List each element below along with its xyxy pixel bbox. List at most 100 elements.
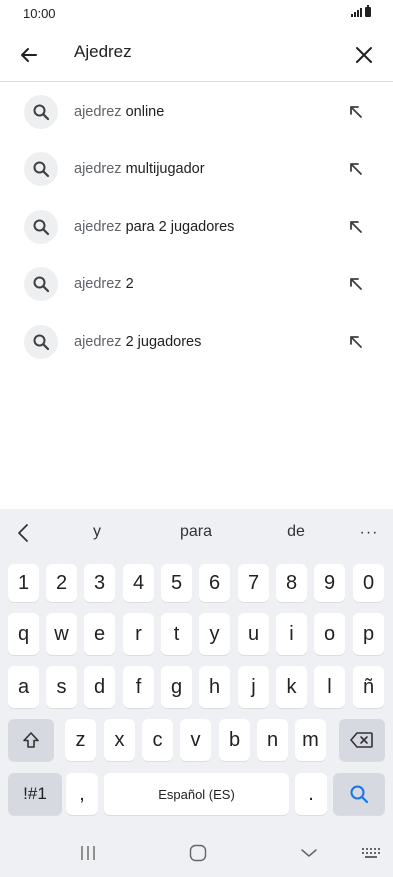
key-q[interactable]: q (8, 613, 39, 655)
back-nav-button[interactable] (297, 841, 321, 865)
key-v[interactable]: v (180, 719, 211, 761)
key-n-tilde[interactable]: ñ (353, 666, 384, 708)
suggestion-prefix: ajedrez (74, 161, 122, 178)
key-j[interactable]: j (238, 666, 269, 708)
home-icon (189, 844, 207, 862)
key-g[interactable]: g (161, 666, 192, 708)
key-o[interactable]: o (314, 613, 345, 655)
suggestion-item[interactable]: ajedrez online (0, 83, 393, 141)
chevron-left-icon (18, 524, 28, 542)
back-button[interactable] (14, 40, 44, 70)
status-time: 10:00 (23, 6, 56, 21)
fill-query-button[interactable] (347, 275, 365, 293)
suggestion-suffix: multijugador (121, 161, 205, 178)
search-icon (350, 785, 369, 804)
key-x[interactable]: x (104, 719, 135, 761)
key-0[interactable]: 0 (353, 564, 384, 602)
fill-query-button[interactable] (347, 103, 365, 121)
key-h[interactable]: h (199, 666, 230, 708)
period-key[interactable]: . (295, 773, 327, 815)
fill-query-button[interactable] (347, 333, 365, 351)
key-e[interactable]: e (84, 613, 115, 655)
key-5[interactable]: 5 (161, 564, 192, 602)
close-icon (356, 47, 372, 63)
key-d[interactable]: d (84, 666, 115, 708)
shift-key[interactable] (8, 719, 54, 761)
search-icon (24, 94, 58, 129)
space-key[interactable]: Español (ES) (104, 773, 289, 815)
chevron-down-icon (301, 849, 317, 857)
key-k[interactable]: k (276, 666, 307, 708)
suggestion-text: ajedrez online (74, 104, 164, 120)
fill-query-button[interactable] (347, 218, 365, 236)
key-7[interactable]: 7 (238, 564, 269, 602)
suggestion-text: ajedrez 2 jugadores (74, 334, 201, 350)
key-t[interactable]: t (161, 613, 192, 655)
key-i[interactable]: i (276, 613, 307, 655)
arrow-up-left-icon (350, 220, 362, 233)
suggestion-suffix: para 2 jugadores (121, 218, 235, 235)
key-b[interactable]: b (219, 719, 250, 761)
suggestion-item[interactable]: ajedrez 2 jugadores (0, 313, 393, 371)
arrow-back-icon (21, 48, 37, 62)
key-a[interactable]: a (8, 666, 39, 708)
backspace-icon (350, 732, 373, 748)
suggestion-suffix: online (121, 103, 165, 120)
key-w[interactable]: w (46, 613, 77, 655)
recent-apps-button[interactable] (76, 841, 100, 865)
arrow-up-left-icon (350, 105, 362, 118)
home-button[interactable] (186, 841, 210, 865)
keyboard: y para de ··· 1 2 3 4 5 6 7 8 9 0 q w e … (0, 509, 393, 877)
prediction-2[interactable]: para (156, 523, 236, 541)
key-s[interactable]: s (46, 666, 77, 708)
key-m[interactable]: m (295, 719, 326, 761)
shift-icon (23, 732, 39, 748)
fill-query-button[interactable] (347, 160, 365, 178)
arrow-up-left-icon (350, 278, 362, 291)
suggestion-item[interactable]: ajedrez para 2 jugadores (0, 198, 393, 256)
suggestion-suffix: 2 jugadores (121, 333, 202, 350)
search-key[interactable] (333, 773, 385, 815)
suggestion-text: ajedrez para 2 jugadores (74, 219, 234, 235)
search-icon (24, 324, 58, 359)
key-l[interactable]: l (314, 666, 345, 708)
key-4[interactable]: 4 (123, 564, 154, 602)
key-3[interactable]: 3 (84, 564, 115, 602)
prediction-1[interactable]: y (57, 523, 137, 541)
keyboard-switch-button[interactable] (359, 841, 383, 865)
suggestion-prefix: ajedrez (74, 276, 122, 293)
suggestion-item[interactable]: ajedrez multijugador (0, 141, 393, 199)
keyboard-toolbar-collapse-button[interactable] (10, 519, 36, 547)
key-p[interactable]: p (353, 613, 384, 655)
key-r[interactable]: r (123, 613, 154, 655)
search-input[interactable]: Ajedrez (74, 42, 132, 62)
key-2[interactable]: 2 (46, 564, 77, 602)
keyboard-toolbar: y para de ··· (0, 509, 393, 557)
key-u[interactable]: u (238, 613, 269, 655)
recent-apps-icon (81, 846, 95, 860)
arrow-up-left-icon (350, 163, 362, 176)
search-icon (24, 152, 58, 187)
prediction-3[interactable]: de (256, 523, 336, 541)
key-9[interactable]: 9 (314, 564, 345, 602)
symbols-key[interactable]: !#1 (8, 773, 62, 815)
suggestion-suffix: 2 (121, 276, 134, 293)
suggestion-item[interactable]: ajedrez 2 (0, 256, 393, 314)
status-icons (351, 5, 371, 17)
key-z[interactable]: z (65, 719, 96, 761)
status-bar: 10:00 (0, 0, 393, 28)
suggestion-prefix: ajedrez (74, 103, 122, 120)
clear-search-button[interactable] (349, 40, 379, 70)
backspace-key[interactable] (339, 719, 385, 761)
more-options-button[interactable]: ··· (355, 519, 383, 547)
key-1[interactable]: 1 (8, 564, 39, 602)
search-icon (24, 209, 58, 244)
key-8[interactable]: 8 (276, 564, 307, 602)
key-f[interactable]: f (123, 666, 154, 708)
suggestion-list: ajedrez online ajedrez multijugador ajed… (0, 83, 393, 371)
key-6[interactable]: 6 (199, 564, 230, 602)
comma-key[interactable]: , (66, 773, 98, 815)
key-c[interactable]: c (142, 719, 173, 761)
key-n[interactable]: n (257, 719, 288, 761)
key-y[interactable]: y (199, 613, 230, 655)
